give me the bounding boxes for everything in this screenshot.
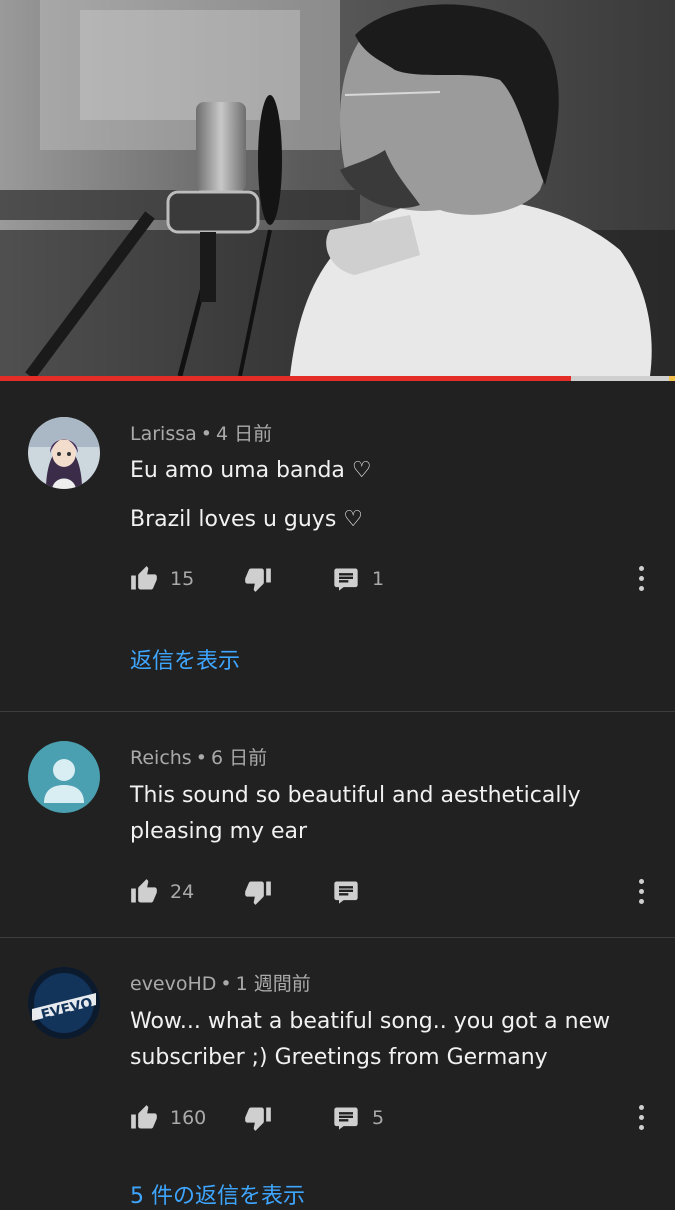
divider	[0, 937, 675, 938]
thumbs-up-icon	[131, 566, 157, 590]
avatar[interactable]	[28, 741, 100, 813]
avatar[interactable]: EVEVO	[28, 967, 100, 1039]
like-count: 160	[170, 1107, 207, 1129]
more-vertical-icon[interactable]	[637, 566, 645, 592]
divider	[0, 711, 675, 712]
dislike-button[interactable]	[244, 1102, 272, 1134]
comment-time[interactable]: 6 日前	[211, 747, 267, 769]
comment-text: Eu amo uma banda ♡ Brazil loves u guys ♡	[130, 453, 615, 538]
reply-comment-icon	[334, 568, 358, 591]
reply-count: 5	[372, 1107, 385, 1129]
comment-actions: 15 1	[130, 563, 660, 595]
meta-separator: •	[220, 973, 232, 995]
comment-meta: evevoHD • 1 週間前	[130, 969, 311, 996]
comment-meta: Reichs • 6 日前	[130, 743, 267, 770]
comment-author[interactable]: evevoHD	[130, 973, 216, 995]
more-vertical-icon[interactable]	[637, 1105, 645, 1131]
more-vertical-icon[interactable]	[637, 879, 645, 905]
thumbs-down-icon	[245, 568, 271, 592]
thumbs-up-icon	[131, 879, 157, 903]
like-count: 15	[170, 568, 195, 590]
thumbs-up-icon	[131, 1105, 157, 1129]
reply-button[interactable]: 5	[332, 1102, 384, 1134]
thumbs-down-icon	[245, 1107, 271, 1131]
comment-line: Brazil loves u guys ♡	[130, 507, 364, 532]
comment-line: Eu amo uma banda ♡	[130, 458, 372, 483]
reply-button[interactable]	[332, 876, 372, 908]
progress-played	[0, 376, 572, 381]
like-button[interactable]: 15	[130, 563, 194, 595]
dislike-button[interactable]	[244, 876, 272, 908]
comment-author[interactable]: Reichs	[130, 747, 192, 769]
view-replies-link[interactable]: 返信を表示	[130, 643, 240, 675]
reply-comment-icon	[334, 1107, 358, 1130]
comment-author[interactable]: Larissa	[130, 423, 197, 445]
meta-separator: •	[195, 747, 207, 769]
video-player[interactable]	[0, 0, 675, 376]
meta-separator: •	[200, 423, 212, 445]
comment-line: This sound so beautiful and aestheticall…	[130, 783, 581, 844]
comment-time[interactable]: 4 日前	[216, 423, 272, 445]
avatar[interactable]	[28, 417, 100, 489]
video-frame-image	[0, 0, 675, 376]
default-person-avatar-icon	[28, 741, 100, 813]
thumbs-down-icon	[245, 881, 271, 905]
comment-meta: Larissa • 4 日前	[130, 419, 272, 446]
like-button[interactable]: 160	[130, 1102, 206, 1134]
comment-text: This sound so beautiful and aestheticall…	[130, 778, 615, 850]
anime-character-avatar-icon	[28, 417, 100, 489]
video-progress-bar[interactable]	[0, 376, 675, 381]
like-count: 24	[170, 881, 195, 903]
reply-count: 1	[372, 568, 385, 590]
reply-button[interactable]: 1	[332, 563, 384, 595]
comment-line: Wow... what a beatiful song.. you got a …	[130, 1009, 611, 1070]
like-button[interactable]: 24	[130, 876, 194, 908]
reply-comment-icon	[334, 881, 358, 904]
comment-text: Wow... what a beatiful song.. you got a …	[130, 1004, 615, 1076]
view-replies-link[interactable]: 5 件の返信を表示	[130, 1178, 305, 1210]
evevo-logo-avatar-icon: EVEVO	[28, 967, 100, 1039]
comment-actions: 24	[130, 876, 660, 908]
progress-buffer	[669, 376, 675, 381]
comment-actions: 160 5	[130, 1102, 660, 1134]
dislike-button[interactable]	[244, 563, 272, 595]
comment-time[interactable]: 1 週間前	[236, 973, 311, 995]
